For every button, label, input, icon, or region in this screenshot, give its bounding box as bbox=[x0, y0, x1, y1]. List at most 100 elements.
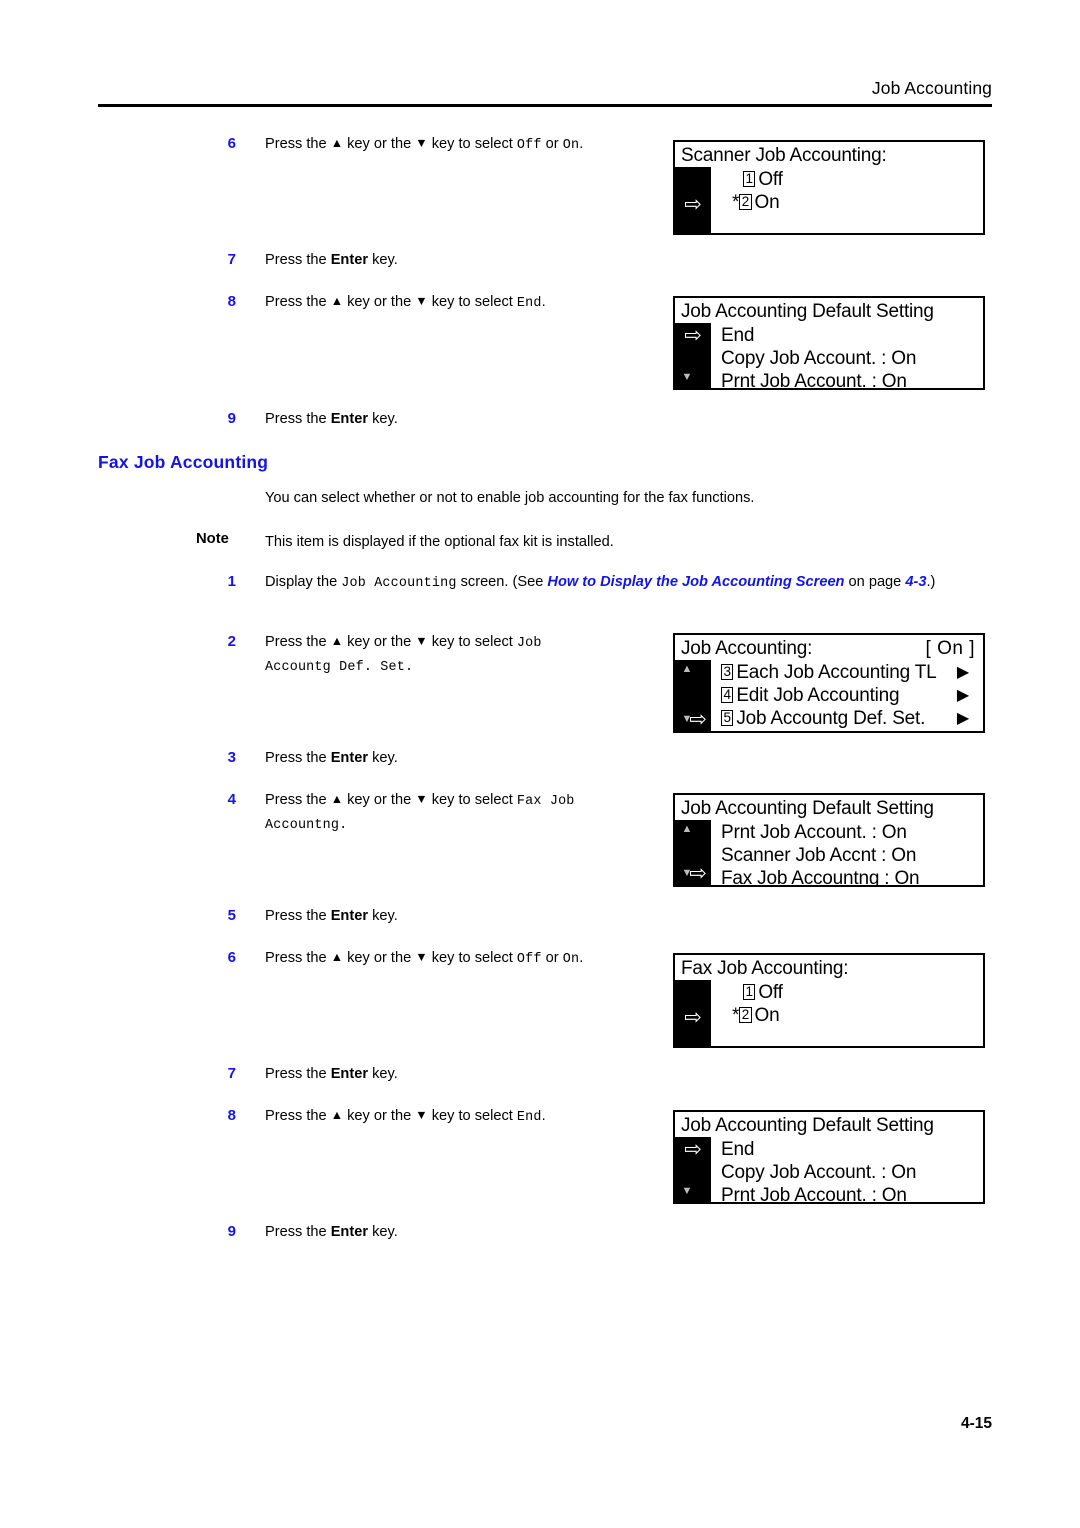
lcd-cursor-icon: ⇨ bbox=[684, 1137, 702, 1161]
up-arrow-icon: ▲ bbox=[330, 136, 344, 150]
lcd-rows: 3 Each Job Accounting TL ▶ 4 Edit Job Accou… bbox=[711, 661, 983, 730]
lcd-job-accounting-default-setting-3: Job Accounting Default Setting ⇨ ▼ End C… bbox=[673, 1110, 985, 1204]
step-text: Press the Enter key. bbox=[265, 1066, 398, 1082]
key-name: Enter bbox=[330, 750, 369, 766]
down-arrow-icon: ▼ bbox=[415, 792, 428, 806]
step-number: 3 bbox=[227, 749, 236, 766]
step-text: Press the Enter key. bbox=[265, 908, 398, 924]
option-label: Off bbox=[758, 169, 783, 190]
option-number: 4 bbox=[721, 687, 734, 703]
down-arrow-icon: ▼ bbox=[415, 136, 428, 150]
menu-label: Scanner Job Accnt : On bbox=[721, 845, 917, 866]
step-number: 5 bbox=[227, 907, 236, 924]
lcd-scanner-job-accounting: Scanner Job Accounting: ⇨ 1 Off * 2 On bbox=[673, 140, 985, 235]
lcd-cursor-icon: ⇨ bbox=[684, 323, 702, 347]
key-name: Enter bbox=[330, 1224, 369, 1240]
menu-label: Edit Job Accounting bbox=[736, 685, 900, 706]
scroll-down-icon[interactable]: ▼ bbox=[679, 371, 695, 383]
lcd-row[interactable]: * 2 On bbox=[711, 191, 983, 214]
menu-label: End bbox=[721, 325, 755, 346]
up-arrow-icon: ▲ bbox=[330, 294, 344, 308]
menu-label: Fax Job Accountng : On bbox=[721, 868, 920, 887]
step-number: 8 bbox=[227, 293, 236, 310]
step-number: 6 bbox=[227, 949, 236, 966]
step-number: 2 bbox=[227, 633, 236, 650]
step-number: 9 bbox=[227, 410, 236, 427]
lcd-title: Job Accounting Default Setting bbox=[681, 301, 934, 322]
option-label: On bbox=[754, 192, 780, 213]
default-star: * bbox=[732, 1005, 740, 1026]
lcd-title: Scanner Job Accounting: bbox=[681, 145, 887, 166]
up-arrow-icon: ▲ bbox=[330, 792, 344, 806]
key-name: Enter bbox=[330, 908, 369, 924]
lcd-row[interactable]: Prnt Job Account. : On bbox=[711, 1184, 983, 1202]
lcd-job-accounting-default-setting-1: Job Accounting Default Setting ⇨ ▼ End C… bbox=[673, 296, 985, 390]
lcd-cursor-icon: ⇨ bbox=[684, 192, 702, 216]
step-text: Press the ▲ key or the ▼ key to select O… bbox=[265, 136, 584, 153]
down-arrow-icon: ▼ bbox=[415, 1108, 428, 1122]
lcd-row[interactable]: 1 Off bbox=[711, 981, 983, 1004]
page-reference-link[interactable]: 4-3 bbox=[905, 574, 926, 590]
step-number: 7 bbox=[227, 1065, 236, 1082]
lcd-row[interactable]: 1 Off bbox=[711, 168, 983, 191]
lcd-cursor-icon: ⇨ bbox=[684, 1005, 702, 1029]
menu-label: Job Accountg Def. Set. bbox=[736, 708, 926, 729]
step-text: Press the Enter key. bbox=[265, 1224, 398, 1240]
option-number: 2 bbox=[739, 194, 752, 210]
lcd-row[interactable]: 4 Edit Job Accounting ▶ bbox=[711, 684, 983, 707]
key-name: Enter bbox=[330, 252, 369, 268]
note-text: This item is displayed if the optional f… bbox=[265, 534, 614, 550]
lcd-title: Job Accounting: bbox=[681, 638, 813, 659]
option-number: 1 bbox=[743, 984, 756, 1000]
lcd-fax-job-accounting: Fax Job Accounting: ⇨ 1 Off * 2 On bbox=[673, 953, 985, 1048]
step-number: 4 bbox=[227, 791, 236, 808]
lcd-cursor-icon: ⇨ bbox=[689, 707, 707, 731]
step-text: Press the Enter key. bbox=[265, 252, 398, 268]
lcd-title: Fax Job Accounting: bbox=[681, 958, 849, 979]
lcd-row[interactable]: 5 Job Accountg Def. Set. ▶ bbox=[711, 707, 983, 730]
lcd-job-accounting-default-setting-2: Job Accounting Default Setting ▲ ▼ ⇨ Prn… bbox=[673, 793, 985, 887]
page-number: 4-15 bbox=[960, 1415, 992, 1432]
lcd-cursor-icon: ⇨ bbox=[689, 861, 707, 885]
up-arrow-icon: ▲ bbox=[330, 1108, 344, 1122]
scroll-up-icon[interactable]: ▲ bbox=[679, 663, 695, 675]
lcd-row[interactable]: Copy Job Account. : On bbox=[711, 1161, 983, 1184]
step-number: 7 bbox=[227, 251, 236, 268]
down-arrow-icon: ▼ bbox=[415, 950, 428, 964]
lcd-row[interactable]: End bbox=[711, 324, 983, 347]
step-text: Press the Enter key. bbox=[265, 411, 398, 427]
header-rule bbox=[98, 104, 992, 107]
section-heading: Fax Job Accounting bbox=[98, 452, 269, 472]
submenu-arrow-icon: ▶ bbox=[956, 664, 969, 681]
menu-label: Copy Job Account. : On bbox=[721, 348, 917, 369]
submenu-arrow-icon: ▶ bbox=[956, 687, 969, 704]
scroll-down-icon[interactable]: ▼ bbox=[679, 1185, 695, 1197]
lcd-row[interactable]: Fax Job Accountng : On bbox=[711, 867, 983, 887]
lcd-row[interactable]: Prnt Job Account. : On bbox=[711, 370, 983, 390]
step-text: Press the ▲ key or the ▼ key to select O… bbox=[265, 950, 584, 967]
option-number: 2 bbox=[739, 1007, 752, 1023]
section-intro: You can select whether or not to enable … bbox=[265, 490, 755, 506]
down-arrow-icon: ▼ bbox=[415, 634, 428, 648]
step-text: Display the Job Accounting screen. (See … bbox=[265, 574, 936, 591]
lcd-row[interactable]: Prnt Job Account. : On bbox=[711, 821, 983, 844]
lcd-rows: End Copy Job Account. : On Prnt Job Acco… bbox=[711, 324, 983, 390]
note-label: Note bbox=[196, 531, 229, 547]
lcd-job-accounting-menu: Job Accounting: [ On ] ▲ ▼ ⇨ 3 Each Job A… bbox=[673, 633, 985, 733]
lcd-row[interactable]: End bbox=[711, 1138, 983, 1161]
menu-label: End bbox=[721, 1139, 755, 1160]
step-number: 1 bbox=[227, 573, 236, 590]
lcd-row[interactable]: Copy Job Account. : On bbox=[711, 347, 983, 370]
cross-reference-link[interactable]: How to Display the Job Accounting Screen bbox=[547, 574, 844, 590]
menu-label: Prnt Job Account. : On bbox=[721, 371, 907, 390]
lcd-title: Job Accounting Default Setting bbox=[681, 1115, 934, 1136]
option-label: On bbox=[754, 1005, 780, 1026]
lcd-status-badge: [ On ] bbox=[925, 638, 975, 659]
lcd-row[interactable]: * 2 On bbox=[711, 1004, 983, 1027]
step-text: Press the Enter key. bbox=[265, 750, 398, 766]
scroll-up-icon[interactable]: ▲ bbox=[679, 823, 695, 835]
key-name: Enter bbox=[330, 411, 369, 427]
lcd-row[interactable]: Scanner Job Accnt : On bbox=[711, 844, 983, 867]
lcd-title: Job Accounting Default Setting bbox=[681, 798, 934, 819]
lcd-row[interactable]: 3 Each Job Accounting TL ▶ bbox=[711, 661, 983, 684]
